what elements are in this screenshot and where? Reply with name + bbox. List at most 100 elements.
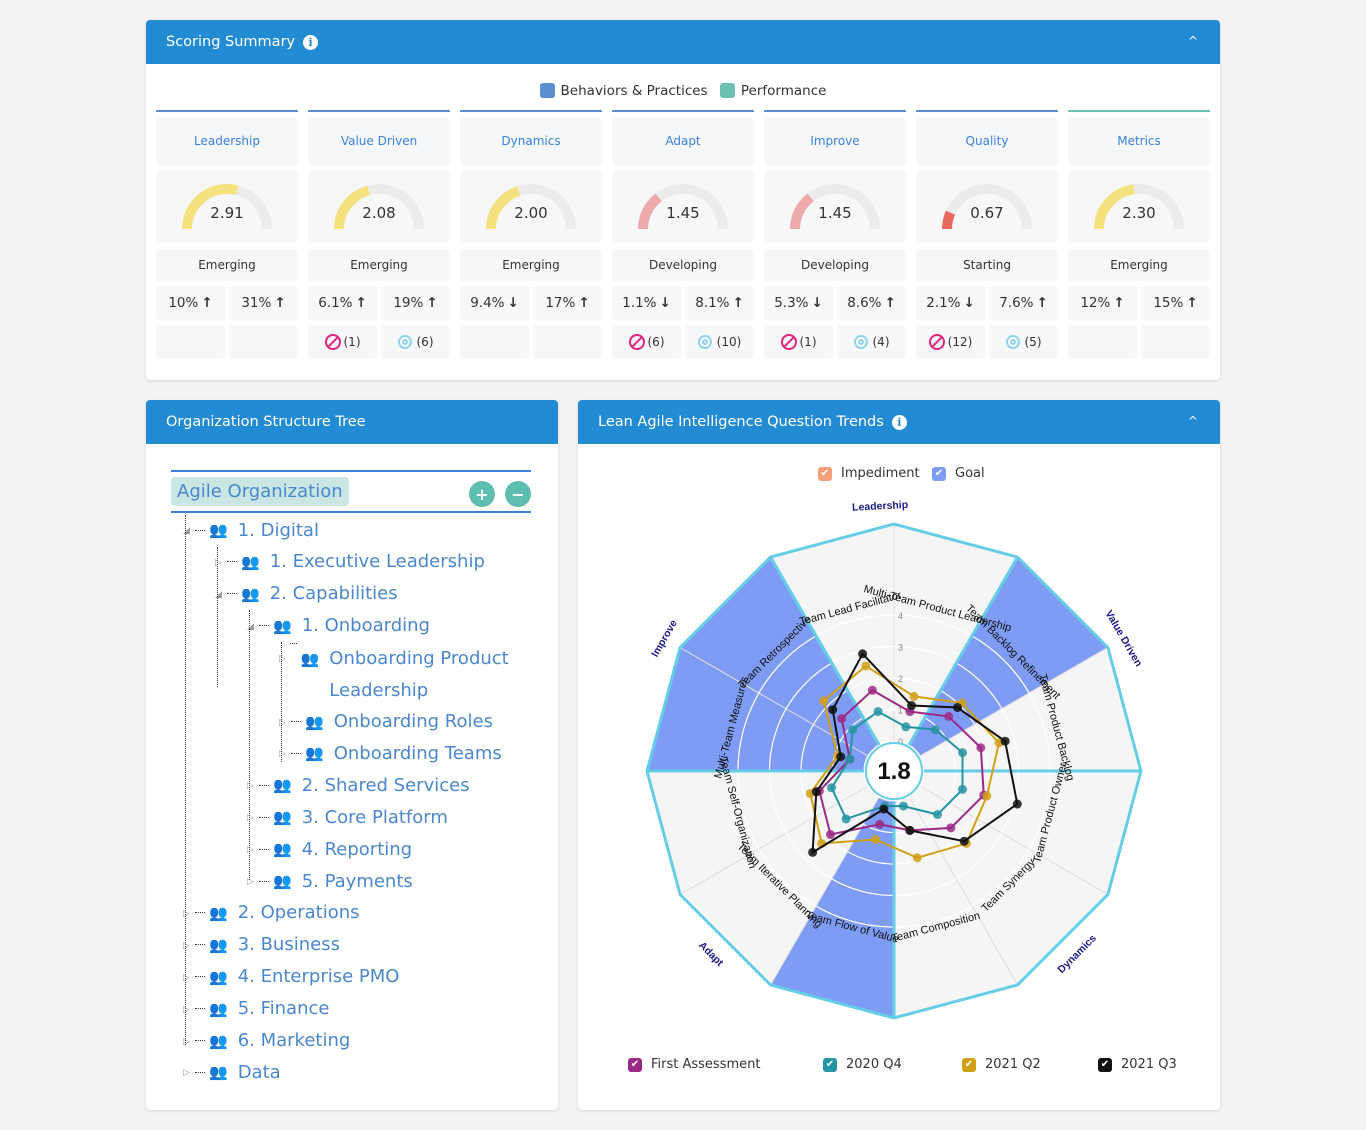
goal-count[interactable]: (10) (685, 325, 754, 359)
tree-node-label[interactable]: 1. Executive Leadership (270, 551, 485, 572)
arrow-up-long-icon: ↑ (578, 295, 590, 311)
radial-tick-label: 2 (898, 674, 903, 684)
checkbox-icon[interactable]: ✔ (818, 466, 832, 481)
score-column: Quality 0.67 Starting 2.1% ↓ 7.6% ↑ (12) (… (916, 110, 1058, 359)
score-gauge: 2.00 (460, 171, 602, 243)
users-icon: 👥 (305, 744, 324, 763)
tree-node[interactable]: ▷ 👥 Onboarding Teams (279, 738, 502, 768)
tree-node-label[interactable]: 5. Finance (238, 998, 330, 1019)
tree-node-label[interactable]: 2. Shared Services (302, 775, 470, 796)
tree-root-label[interactable]: Agile Organization (171, 477, 349, 506)
tree-guide-line (217, 547, 218, 687)
category-title[interactable]: Improve (764, 117, 906, 165)
maturity-stage: Starting (916, 249, 1058, 281)
checkbox-icon[interactable]: ✔ (962, 1057, 976, 1072)
collapsed-toggle-icon[interactable]: ▷ (183, 1068, 191, 1078)
tree-node-label[interactable]: 3. Core Platform (302, 807, 448, 828)
tree-node-label[interactable]: Onboarding Roles (334, 711, 493, 732)
tree-node[interactable]: ◢ 👥 1. Onboarding (247, 611, 430, 641)
tree-node[interactable]: ▷ 👥 4. Reporting (247, 834, 412, 864)
tree-node[interactable]: ▷ 👥 5. Payments (247, 866, 413, 896)
arrow-down-icon: ↓ (963, 295, 975, 311)
tree-node-label[interactable]: 5. Payments (302, 871, 413, 892)
category-title[interactable]: Value Driven (308, 117, 450, 165)
tree-node[interactable]: ▷ 👥 Data (183, 1057, 281, 1087)
tree-node[interactable]: ◢ 👥 2. Capabilities (215, 579, 398, 609)
tree-node-label[interactable]: 4. Reporting (302, 839, 412, 860)
checkbox-icon[interactable]: ✔ (628, 1057, 642, 1072)
impediment-value: (1) (799, 335, 817, 349)
tree-node-label[interactable]: 2. Capabilities (270, 583, 398, 604)
tree-node-label[interactable]: 6. Marketing (238, 1030, 351, 1051)
category-title[interactable]: Leadership (156, 117, 298, 165)
tree-node-label[interactable]: 2. Operations (238, 902, 360, 923)
impediment-count[interactable] (156, 325, 225, 359)
impediment-count[interactable]: (1) (764, 325, 833, 359)
collapse-all-button[interactable]: − (505, 481, 531, 507)
maturity-stage: Emerging (156, 249, 298, 281)
tree-node-label[interactable]: 4. Enterprise PMO (238, 966, 400, 987)
legend-goal[interactable]: ✔ Goal (932, 466, 985, 481)
overall-change: 31% ↑ (229, 286, 298, 320)
impediment-count[interactable] (460, 325, 529, 359)
tree-node[interactable]: ▷ 👥 3. Core Platform (247, 802, 448, 832)
legend-2020-q4[interactable]: ✔ 2020 Q4 (823, 1057, 902, 1072)
tree-node[interactable]: ▷ 👥 2. Shared Services (247, 770, 470, 800)
goal-count[interactable] (229, 325, 298, 359)
chevron-up-icon[interactable]: ^ (1188, 414, 1198, 428)
expand-all-button[interactable]: + (469, 481, 495, 507)
tree-node[interactable]: ▷ 👥 Onboarding Roles (279, 707, 493, 737)
checkbox-icon[interactable]: ✔ (932, 466, 946, 481)
users-icon: 👥 (209, 903, 228, 922)
tree-node[interactable]: ▷ 👥 6. Marketing (183, 1026, 350, 1056)
category-title[interactable]: Quality (916, 117, 1058, 165)
tree-node[interactable]: ▷ 👥 Onboarding Product Leadership (279, 642, 519, 703)
tree-node-label[interactable]: Data (238, 1062, 281, 1083)
checkbox-icon[interactable]: ✔ (823, 1057, 837, 1072)
chevron-up-icon[interactable]: ^ (1188, 34, 1198, 48)
tree-node-label[interactable]: 1. Digital (238, 520, 319, 541)
scoring-summary-header[interactable]: Scoring Summary i ^ (146, 20, 1220, 64)
trend-change: 2.1% ↓ (916, 286, 985, 320)
category-title[interactable]: Metrics (1068, 117, 1210, 165)
impediment-count[interactable]: (1) (308, 325, 377, 359)
impediment-count[interactable] (1068, 325, 1137, 359)
tree-root[interactable]: Agile Organization + − (171, 470, 531, 513)
impediment-count[interactable]: (12) (916, 325, 985, 359)
tree-node[interactable]: ▷ 👥 2. Operations (183, 898, 360, 928)
legend-performance[interactable]: Performance (719, 83, 826, 99)
goal-count[interactable]: (5) (989, 325, 1058, 359)
tree-node-label[interactable]: Onboarding Teams (334, 743, 502, 764)
legend-swatch (719, 83, 735, 98)
tree-node[interactable]: ▷ 👥 4. Enterprise PMO (183, 962, 399, 992)
tree-node-label[interactable]: 3. Business (238, 934, 340, 955)
legend-behaviors[interactable]: Behaviors & Practices (539, 83, 708, 99)
maturity-stage: Developing (612, 249, 754, 281)
goal-count[interactable]: (4) (837, 325, 906, 359)
category-title[interactable]: Adapt (612, 117, 754, 165)
tree-guide-line (185, 515, 186, 1045)
tree-node[interactable]: ▷ 👥 3. Business (183, 930, 340, 960)
tree-node-label[interactable]: 1. Onboarding (302, 615, 430, 636)
maturity-stage: Developing (764, 249, 906, 281)
question-trends-header[interactable]: Lean Agile Intelligence Question Trends … (578, 400, 1220, 444)
legend-first-assessment[interactable]: ✔ First Assessment (628, 1057, 760, 1072)
radial-tick-label: 4 (898, 611, 903, 621)
tree-node-label[interactable]: Onboarding Product Leadership (329, 643, 519, 707)
category-title[interactable]: Dynamics (460, 117, 602, 165)
goal-count[interactable]: (6) (381, 325, 450, 359)
tree-node[interactable]: ◢ 👥 1. Digital (183, 515, 319, 545)
series-point (867, 685, 877, 695)
info-icon[interactable]: i (303, 34, 319, 50)
tree-node[interactable]: ▷ 👥 5. Finance (183, 994, 329, 1024)
goal-count[interactable] (1141, 325, 1210, 359)
legend-2021-q3[interactable]: ✔ 2021 Q3 (1098, 1057, 1177, 1072)
tree-node[interactable]: ▷ 👥 1. Executive Leadership (215, 547, 485, 577)
legend-impediment[interactable]: ✔ Impediment (818, 466, 920, 481)
trend-change: 12% ↑ (1068, 286, 1137, 320)
impediment-count[interactable]: (6) (612, 325, 681, 359)
info-icon[interactable]: i (891, 414, 907, 430)
checkbox-icon[interactable]: ✔ (1098, 1057, 1112, 1072)
goal-count[interactable] (533, 325, 602, 359)
legend-2021-q2[interactable]: ✔ 2021 Q2 (962, 1057, 1041, 1072)
